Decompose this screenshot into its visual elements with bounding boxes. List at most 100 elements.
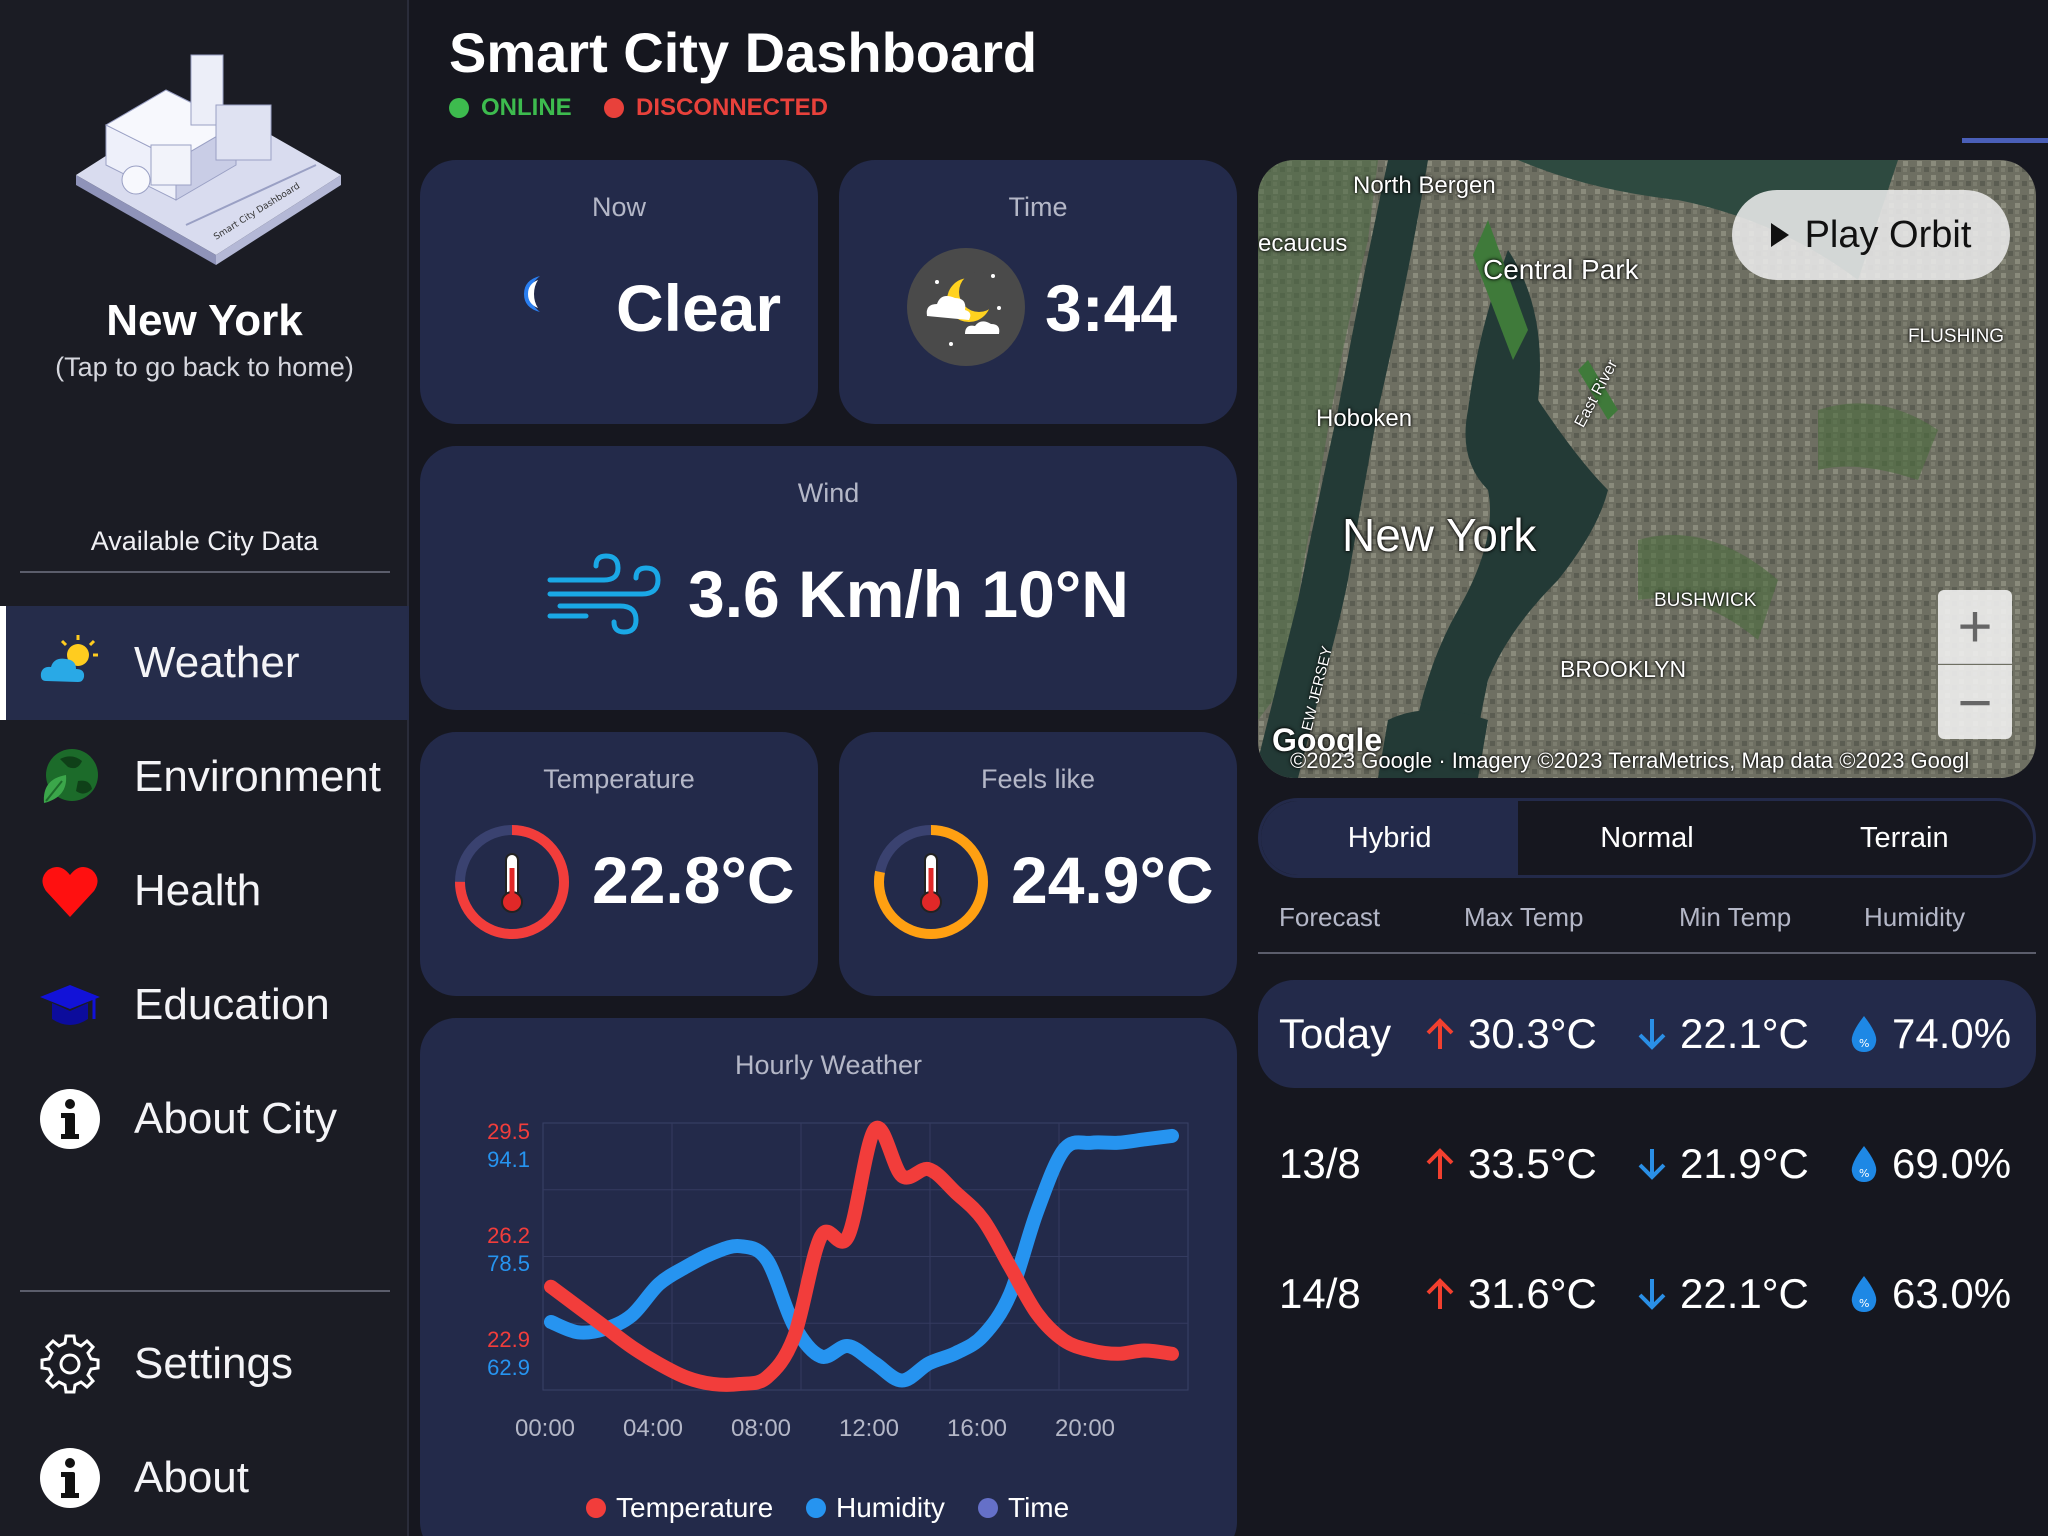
minus-icon: −: [1957, 668, 1993, 736]
wind-card[interactable]: Wind 3.6 Km/h 10°N: [420, 446, 1237, 710]
arrow-up-icon: [1426, 1148, 1454, 1179]
sidebar-item-label: Education: [134, 980, 330, 1029]
header-accent-line: [1962, 138, 2048, 143]
city-logo-image[interactable]: Smart City Dashboard: [66, 50, 346, 280]
city-name[interactable]: New York: [0, 296, 409, 346]
status-disconnected: DISCONNECTED: [604, 94, 828, 122]
time-card[interactable]: Time 3:44: [839, 160, 1237, 424]
legend-dot: [586, 1498, 606, 1518]
map-attribution[interactable]: ©2023 Google · Imagery ©2023 TerraMetric…: [1290, 748, 1969, 774]
hourly-chart[interactable]: 00:00 04:00 08:00 12:00 16:00 20:00 29.5 26.2 22…: [420, 1018, 1237, 1488]
graduation-cap-icon: [40, 985, 100, 1025]
sidebar-item-label: About City: [134, 1094, 337, 1143]
forecast-min-value: 22.1°C: [1680, 1010, 1809, 1057]
forecast-max-value: 31.6°C: [1468, 1270, 1597, 1317]
arrow-down-icon: [1638, 1149, 1666, 1180]
forecast-header-day: Forecast: [1279, 902, 1381, 932]
legend-time[interactable]: Time: [978, 1492, 1069, 1524]
forecast-row[interactable]: 14/8 31.6°C 22.1°C % 63.0%: [1258, 1240, 2036, 1348]
city-home-hint[interactable]: (Tap to go back to home): [0, 352, 409, 383]
card-title: Wind: [797, 478, 860, 508]
zoom-out-button[interactable]: −: [1938, 665, 2012, 739]
sidebar-item-education[interactable]: Education: [0, 948, 409, 1062]
card-title: Now: [591, 192, 646, 222]
map-type-hybrid[interactable]: Hybrid: [1261, 801, 1519, 875]
forecast-max: 31.6°C: [1424, 1240, 1597, 1348]
temperature-card[interactable]: Temperature 22.8°C: [420, 732, 818, 996]
forecast-humidity: % 69.0%: [1848, 1110, 2011, 1218]
time-value: 3:44: [1045, 271, 1178, 345]
y-tick-label-humidity: 78.5: [487, 1251, 530, 1276]
map-type-terrain[interactable]: Terrain: [1776, 801, 2033, 875]
x-tick-label: 00:00: [515, 1415, 575, 1442]
forecast-humidity: % 63.0%: [1848, 1240, 2011, 1348]
sidebar-divider: [20, 1290, 390, 1292]
sidebar-item-environment[interactable]: Environment: [0, 720, 409, 834]
temperature-gauge: [455, 825, 569, 939]
sidebar-item-label: Health: [134, 866, 262, 915]
wind-value: 3.6 Km/h 10°N: [688, 557, 1129, 631]
forecast-min-value: 22.1°C: [1680, 1270, 1809, 1317]
y-tick-label-temperature: 26.2: [487, 1223, 530, 1248]
legend-dot: [978, 1498, 998, 1518]
forecast-min: 22.1°C: [1636, 980, 1809, 1088]
forecast-divider: [1258, 952, 2036, 954]
svg-text:%: %: [1859, 1297, 1869, 1310]
feels-like-gauge: [874, 825, 988, 939]
card-title: Time: [1008, 192, 1068, 222]
legend-humidity[interactable]: Humidity: [806, 1492, 945, 1524]
forecast-max: 30.3°C: [1424, 980, 1597, 1088]
sidebar-item-about-city[interactable]: About City: [0, 1062, 409, 1176]
forecast-min-value: 21.9°C: [1680, 1140, 1809, 1187]
section-label: Available City Data: [90, 526, 319, 556]
info-icon: [40, 1448, 100, 1508]
legend-temperature[interactable]: Temperature: [586, 1492, 773, 1524]
sidebar-item-label: Environment: [134, 752, 382, 801]
weather-icon: [40, 635, 98, 682]
y-tick-label-temperature: 29.5: [487, 1119, 530, 1144]
status-online-label: ONLINE: [481, 94, 572, 121]
y-tick-label-humidity: 94.1: [487, 1147, 530, 1172]
forecast-row[interactable]: Today 30.3°C 22.1°C % 74.0%: [1258, 980, 2036, 1088]
sidebar-item-about[interactable]: About: [0, 1421, 409, 1535]
map-label-central-park: Central Park: [1483, 254, 1639, 285]
svg-text:%: %: [1859, 1167, 1869, 1180]
map-label-north-bergen: North Bergen: [1353, 172, 1496, 199]
sidebar: Smart City Dashboard New York (Tap to go…: [0, 0, 409, 1536]
sidebar-item-weather[interactable]: Weather: [0, 606, 409, 720]
sidebar-divider: [20, 571, 390, 573]
arrow-up-icon: [1426, 1018, 1454, 1049]
play-orbit-button[interactable]: Play Orbit: [1732, 190, 2010, 280]
forecast-max: 33.5°C: [1424, 1110, 1597, 1218]
status-disconnected-label: DISCONNECTED: [636, 94, 829, 121]
play-icon: [1770, 223, 1789, 247]
card-title: Temperature: [543, 764, 695, 794]
status-dot-online: [449, 98, 469, 118]
status-online: ONLINE: [449, 94, 572, 122]
zoom-in-button[interactable]: +: [1938, 590, 2012, 664]
gear-icon: [40, 1334, 100, 1394]
wind-icon: [547, 553, 661, 635]
forecast-row[interactable]: 13/8 33.5°C 21.9°C % 69.0%: [1258, 1110, 2036, 1218]
feels-like-card[interactable]: Feels like 24.9°C: [839, 732, 1237, 996]
sidebar-item-label: Weather: [134, 638, 300, 687]
forecast-max-value: 30.3°C: [1468, 1010, 1597, 1057]
forecast-day: 14/8: [1279, 1270, 1361, 1317]
sidebar-item-settings[interactable]: Settings: [0, 1307, 409, 1421]
plus-icon: +: [1957, 593, 1993, 660]
forecast-header-humidity: Humidity: [1864, 902, 1966, 932]
map-type-normal[interactable]: Normal: [1518, 801, 1775, 875]
map-label-flushing: FLUSHING: [1908, 326, 2005, 347]
sidebar-item-health[interactable]: Health: [0, 834, 409, 948]
city-map[interactable]: North Bergen ecaucus Central Park FLUSHI…: [1258, 160, 2036, 778]
forecast-humidity-value: 74.0%: [1892, 1010, 2012, 1057]
forecast-min: 21.9°C: [1636, 1110, 1809, 1218]
arrow-up-icon: [1426, 1278, 1454, 1309]
forecast-header-max: Max Temp: [1464, 902, 1584, 932]
globe-leaf-icon: [43, 749, 98, 803]
status-dot-disconnected: [604, 98, 624, 118]
now-card[interactable]: Now Clear: [420, 160, 818, 424]
y-tick-label-humidity: 62.9: [487, 1355, 530, 1380]
map-label-secaucus: ecaucus: [1258, 230, 1348, 257]
forecast-min: 22.1°C: [1636, 1240, 1809, 1348]
